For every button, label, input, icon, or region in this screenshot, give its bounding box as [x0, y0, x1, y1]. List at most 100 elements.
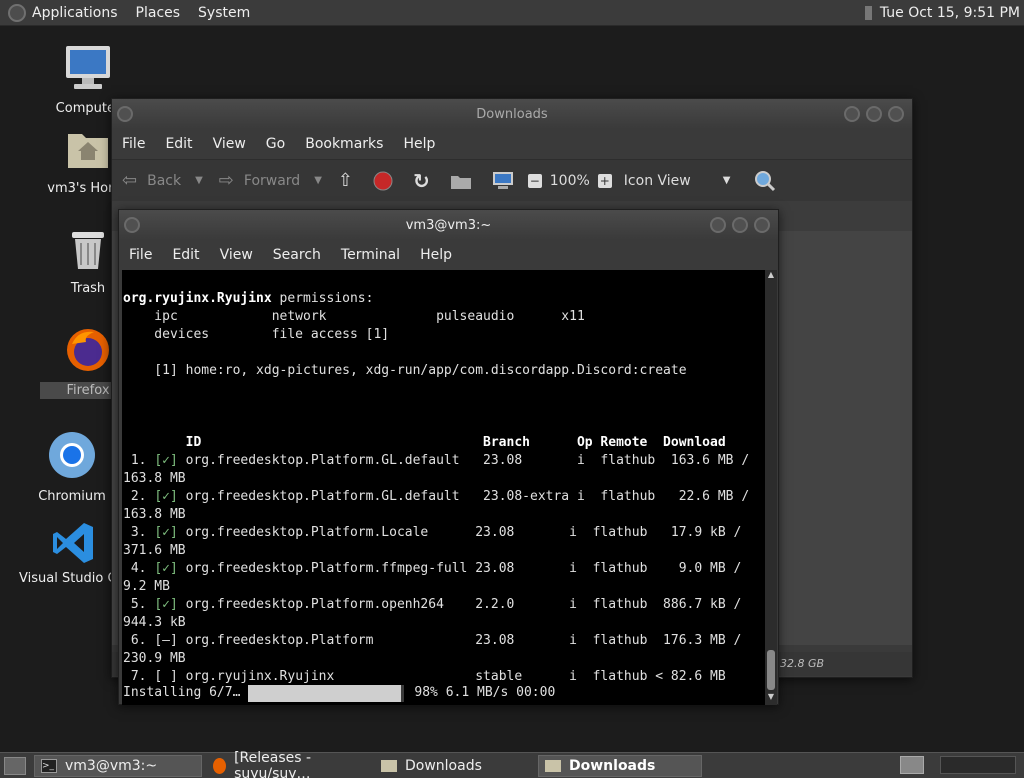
terminal-titlebar[interactable]: vm3@vm3:~	[119, 210, 778, 240]
task-label: vm3@vm3:~	[65, 757, 158, 774]
task-label: [Releases - suyu/suy…	[234, 749, 312, 778]
menu-edit[interactable]: Edit	[172, 247, 199, 263]
task-downloads-active[interactable]: Downloads	[538, 754, 702, 777]
view-mode-label: Icon View	[623, 172, 691, 189]
table-row: 5. [✓] org.freedesktop.Platform.openh264…	[123, 597, 742, 630]
permissions-line: devices file access [1]	[123, 327, 390, 342]
forward-dropdown-icon[interactable]: ▼	[314, 175, 322, 186]
back-label: Back	[147, 172, 182, 189]
computer-small-icon[interactable]	[492, 171, 514, 191]
menu-terminal[interactable]: Terminal	[341, 247, 400, 263]
reload-icon[interactable]: ↻	[413, 169, 430, 193]
desktop-icon-vscode[interactable]: Visual Studio Code	[17, 520, 120, 587]
maximize-button[interactable]	[732, 217, 748, 233]
task-label: Downloads	[405, 757, 482, 774]
forward-label: Forward	[243, 172, 301, 189]
trash-icon	[72, 232, 104, 269]
free-space: 32.8 GB	[780, 657, 825, 670]
install-progress: Installing 6/7… 98% 6.1 MB/s 00:00	[123, 684, 555, 702]
chromium-icon	[49, 432, 95, 478]
task-firefox[interactable]: [Releases - suyu/suy…	[206, 750, 370, 778]
back-button[interactable]: ⇦ Back ▼	[122, 170, 203, 191]
table-row: 6. [—] org.freedesktop.Platform 23.08 i …	[123, 633, 742, 666]
scroll-down-icon[interactable]: ▼	[766, 692, 776, 704]
clock-text: Tue Oct 15, 9:51 PM	[879, 5, 1020, 21]
clock[interactable]: Tue Oct 15, 9:51 PM	[864, 0, 1020, 26]
menu-places[interactable]: Places	[136, 5, 181, 21]
table-row: 1. [✓] org.freedesktop.Platform.GL.defau…	[123, 453, 750, 486]
status-mark: [✓]	[154, 525, 178, 540]
menu-file[interactable]: File	[122, 136, 145, 152]
menu-file[interactable]: File	[129, 247, 152, 263]
terminal-output[interactable]: org.ryujinx.Ryujinx permissions: ipc net…	[122, 270, 765, 705]
status-mark: [✓]	[154, 453, 178, 468]
task-downloads[interactable]: Downloads	[374, 755, 534, 777]
terminal-menubar: File Edit View Search Terminal Help	[119, 240, 778, 270]
workspace-switcher-1[interactable]	[900, 756, 924, 774]
file-manager-menubar: File Edit View Go Bookmarks Help	[112, 129, 912, 159]
top-menu: Applications Places System	[32, 0, 268, 26]
gnome-logo-icon[interactable]	[8, 3, 26, 22]
vscode-icon	[53, 523, 93, 563]
file-manager-toolbar: ⇦ Back ▼ ⇨ Forward ▼ ⇧ ↻ − 100% + Icon V…	[112, 159, 912, 201]
window-menu-button[interactable]	[117, 106, 133, 122]
view-mode-select[interactable]: Icon View ▼	[624, 173, 731, 189]
top-panel: Applications Places System Tue Oct 15, 9…	[0, 0, 1024, 26]
menu-bookmarks[interactable]: Bookmarks	[305, 136, 383, 152]
zoom-level: 100%	[549, 172, 590, 189]
table-row: 4. [✓] org.freedesktop.Platform.ffmpeg-f…	[123, 561, 742, 594]
folder-icon	[545, 759, 561, 772]
menu-help[interactable]: Help	[403, 136, 435, 152]
permissions-line: [1] home:ro, xdg-pictures, xdg-run/app/c…	[123, 363, 687, 378]
task-terminal[interactable]: >_ vm3@vm3:~	[34, 754, 202, 777]
workspace-switcher-2[interactable]	[940, 756, 1016, 774]
terminal-scrollbar[interactable]: ▲ ▼	[765, 270, 777, 705]
folder-icon	[381, 759, 397, 772]
search-icon[interactable]	[754, 170, 776, 192]
progress-label: Installing 6/7…	[123, 685, 241, 700]
zoom-out-icon[interactable]: −	[527, 173, 542, 188]
terminal-text: org.ryujinx.Ryujinx permissions: ipc net…	[123, 272, 765, 686]
minimize-button[interactable]	[844, 106, 860, 122]
window-menu-button[interactable]	[124, 217, 140, 233]
menu-view[interactable]: View	[220, 247, 253, 263]
progress-stats: 98% 6.1 MB/s 00:00	[414, 685, 556, 700]
menu-help[interactable]: Help	[420, 247, 452, 263]
stop-icon[interactable]	[373, 171, 393, 191]
show-desktop-icon[interactable]	[4, 756, 26, 775]
menu-view[interactable]: View	[213, 136, 246, 152]
status-mark: [—]	[154, 633, 178, 648]
close-button[interactable]	[754, 217, 770, 233]
desktop-icon-label: Visual Studio Code	[19, 571, 120, 586]
up-arrow-icon[interactable]: ⇧	[338, 170, 353, 191]
zoom-in-icon[interactable]: +	[597, 173, 612, 188]
menu-search[interactable]: Search	[273, 247, 321, 263]
terminal-icon: >_	[41, 758, 57, 773]
menu-applications[interactable]: Applications	[32, 5, 118, 21]
status-mark: [✓]	[154, 489, 178, 504]
menu-edit[interactable]: Edit	[165, 136, 192, 152]
chevron-down-icon: ▼	[722, 175, 731, 186]
minimize-button[interactable]	[710, 217, 726, 233]
app-id: org.ryujinx.Ryujinx	[123, 291, 272, 306]
window-title: vm3@vm3:~	[405, 217, 492, 233]
file-manager-titlebar[interactable]: Downloads	[112, 99, 912, 129]
menu-system[interactable]: System	[198, 5, 250, 21]
computer-icon	[66, 46, 110, 89]
back-arrow-icon: ⇦	[122, 170, 138, 191]
menu-go[interactable]: Go	[266, 136, 285, 152]
permissions-label: permissions:	[271, 291, 374, 306]
maximize-button[interactable]	[866, 106, 882, 122]
scroll-up-icon[interactable]: ▲	[766, 270, 776, 282]
progress-bar	[248, 684, 405, 702]
back-dropdown-icon[interactable]: ▼	[195, 175, 203, 186]
home-folder-icon	[68, 134, 108, 168]
forward-button[interactable]: ⇨ Forward ▼	[219, 170, 322, 191]
home-icon[interactable]	[450, 172, 472, 190]
firefox-icon	[213, 757, 227, 774]
status-mark: [✓]	[154, 597, 178, 612]
close-button[interactable]	[888, 106, 904, 122]
scrollbar-thumb[interactable]	[767, 650, 775, 690]
desktop-icon-chromium[interactable]: Chromium	[24, 430, 120, 505]
window-title: Downloads	[476, 106, 548, 122]
